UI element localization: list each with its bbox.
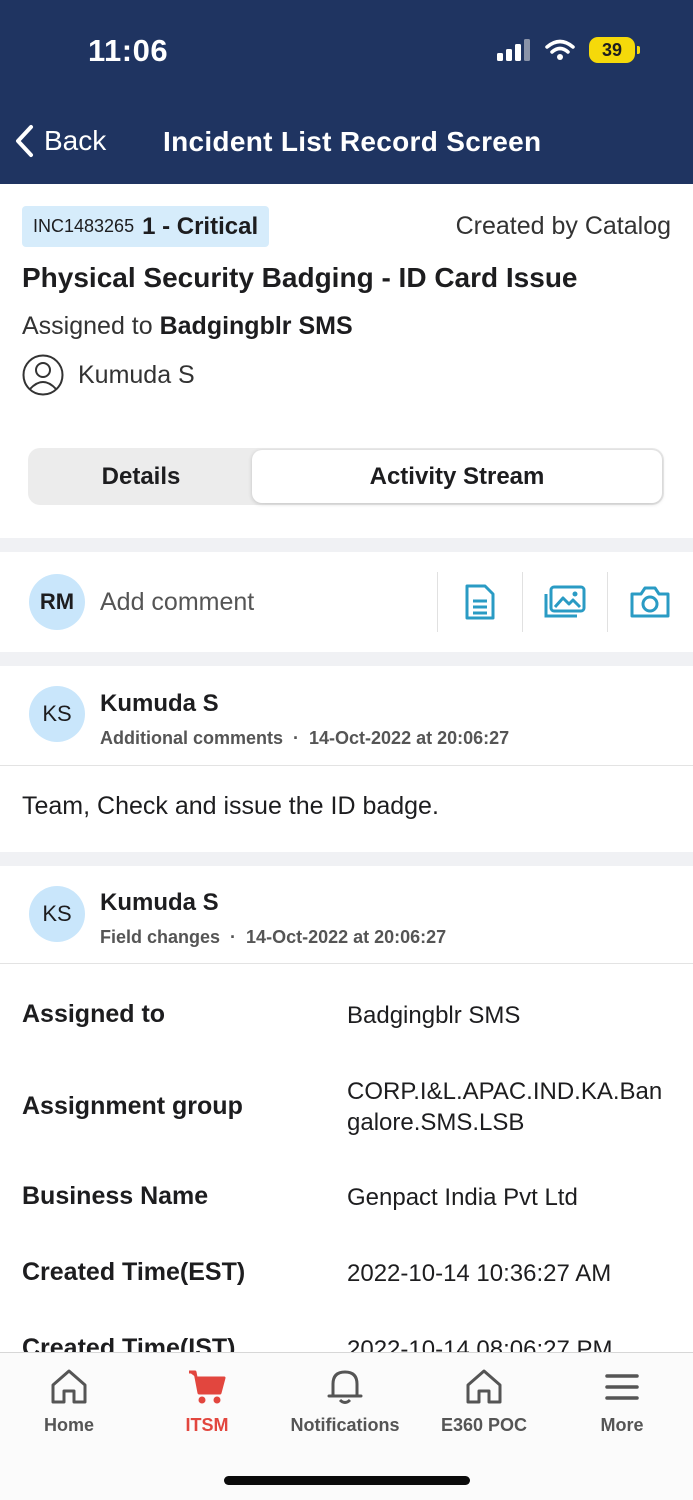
view-segmented-control: Details Activity Stream xyxy=(28,448,664,505)
bell-icon xyxy=(327,1370,363,1404)
avatar: RM xyxy=(29,574,85,630)
meta-separator: · xyxy=(293,728,300,748)
field-label: Assignment group xyxy=(22,1092,243,1120)
activity-header: KS Kumuda S Additional comments · 14-Oct-2… xyxy=(0,666,693,766)
activity-timestamp: 14-Oct-2022 at 20:06:27 xyxy=(246,927,447,947)
activity-author: Kumuda S xyxy=(100,889,219,916)
camera-button[interactable] xyxy=(607,572,691,632)
field-value: Badgingblr SMS xyxy=(347,1002,521,1029)
caller[interactable]: Kumuda S xyxy=(22,354,195,396)
attach-document-button[interactable] xyxy=(437,572,521,632)
activity-type: Field changes xyxy=(100,927,221,947)
cart-icon xyxy=(189,1370,226,1404)
field-value: 2022-10-14 08:06:27 PM xyxy=(347,1336,613,1352)
created-by: Created by Catalog xyxy=(455,212,671,240)
incident-priority: 1 - Critical xyxy=(142,212,259,240)
incident-title: Physical Security Badging - ID Card Issu… xyxy=(22,262,578,293)
section-divider xyxy=(0,852,693,866)
incident-number: INC1483265 xyxy=(33,216,135,236)
tab-activity-stream[interactable]: Activity Stream xyxy=(252,450,662,503)
document-icon xyxy=(465,584,494,620)
add-comment-bar: RM Add comment xyxy=(0,552,693,652)
tab-label: More xyxy=(600,1415,644,1435)
field-label: Business Name xyxy=(22,1182,209,1210)
field-label: Created Time(IST) xyxy=(22,1334,236,1352)
status-time: 11:06 xyxy=(88,33,169,68)
activity-header: KS Kumuda S Field changes · 14-Oct-2022 at… xyxy=(0,866,693,964)
activity-meta: Additional comments · 14-Oct-2022 at 20:06… xyxy=(100,728,509,749)
activity-meta: Field changes · 14-Oct-2022 at 20:06:27 xyxy=(100,927,446,948)
assigned-to: Assigned to Badgingblr SMS xyxy=(22,312,353,341)
field-value: 2022-10-14 10:36:27 AM xyxy=(347,1260,612,1287)
field-value: CORP.I&L.APAC.IND.KA.Bangalore.SMS.LSB xyxy=(347,1078,663,1136)
tab-label: E360 POC xyxy=(440,1415,528,1435)
attach-image-button[interactable] xyxy=(522,572,606,632)
activity-author: Kumuda S xyxy=(100,690,219,717)
assigned-group: Badgingblr SMS xyxy=(159,312,353,340)
field-changes-table: Assigned to Badgingblr SMS Assignment gr… xyxy=(0,964,693,1352)
page-title: Incident List Record Screen xyxy=(163,126,542,157)
tab-notifications[interactable]: Notifications xyxy=(276,1365,414,1436)
caller-name: Kumuda S xyxy=(78,360,195,389)
activity-timestamp: 14-Oct-2022 at 20:06:27 xyxy=(309,728,510,748)
home-indicator[interactable] xyxy=(224,1476,470,1485)
user-icon xyxy=(22,354,64,396)
status-indicators: 39 xyxy=(497,37,640,63)
image-gallery-icon xyxy=(544,585,585,618)
wifi-icon xyxy=(545,39,575,60)
section-divider xyxy=(0,538,693,552)
assigned-label: Assigned to xyxy=(22,312,153,340)
back-button[interactable]: Back xyxy=(14,124,106,158)
camera-icon xyxy=(630,586,669,618)
tab-details[interactable]: Details xyxy=(30,450,252,503)
tab-label: Home xyxy=(43,1415,94,1435)
field-label: Assigned to xyxy=(22,1000,166,1028)
meta-separator: · xyxy=(230,927,237,947)
incident-summary: INC1483265 1 - Critical Created by Catal… xyxy=(0,184,693,538)
battery-indicator: 39 xyxy=(589,37,640,63)
tab-home[interactable]: Home xyxy=(0,1365,138,1436)
field-value: Genpact India Pvt Ltd xyxy=(347,1184,578,1211)
cellular-signal-icon xyxy=(497,39,530,61)
avatar: KS xyxy=(29,886,85,942)
home-icon xyxy=(51,1369,87,1404)
section-divider xyxy=(0,652,693,666)
tab-e360-poc[interactable]: E360 POC xyxy=(415,1365,553,1436)
tab-label: ITSM xyxy=(185,1415,229,1435)
tab-more[interactable]: More xyxy=(553,1365,691,1436)
home-icon xyxy=(466,1369,502,1404)
back-label: Back xyxy=(44,125,107,156)
chevron-left-icon xyxy=(16,125,33,157)
avatar: KS xyxy=(29,686,85,742)
activity-type: Additional comments xyxy=(100,728,284,748)
incident-chip: INC1483265 1 - Critical xyxy=(22,206,270,247)
top-header: 11:06 39 Back Incident List Record Scree… xyxy=(0,0,693,184)
tab-label: Notifications xyxy=(290,1415,400,1435)
menu-icon xyxy=(605,1374,639,1400)
tab-itsm[interactable]: ITSM xyxy=(138,1365,276,1436)
comment-input[interactable]: Add comment xyxy=(100,588,254,617)
field-label: Created Time(EST) xyxy=(22,1258,246,1286)
comment-text: Team, Check and issue the ID badge. xyxy=(0,766,693,852)
